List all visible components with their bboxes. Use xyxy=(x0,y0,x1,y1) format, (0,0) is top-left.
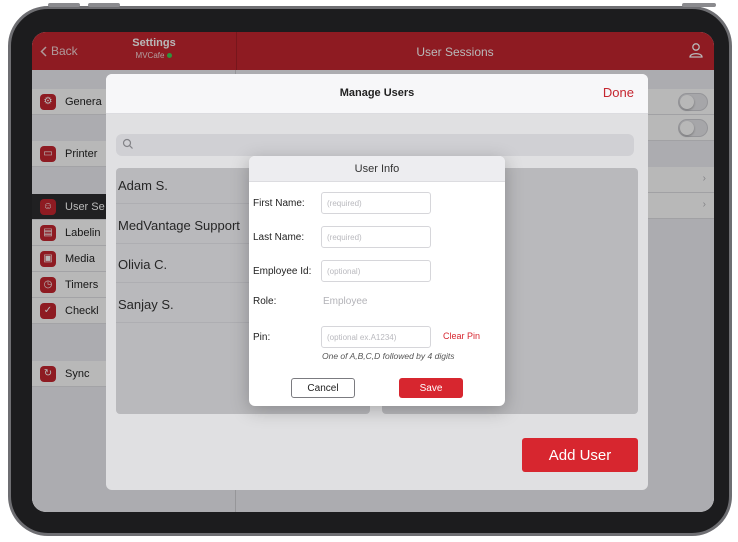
last-name-field[interactable] xyxy=(321,226,431,248)
volume-button xyxy=(48,3,80,7)
volume-button xyxy=(88,3,120,7)
pin-hint: One of A,B,C,D followed by 4 digits xyxy=(322,351,455,361)
sheet-header: Manage Users Done xyxy=(106,74,648,114)
sheet-title: Manage Users xyxy=(339,87,415,99)
ipad-device: Back Settings MVCafe User Sessions ⚙ Gen… xyxy=(0,0,738,542)
power-button xyxy=(682,3,716,7)
add-user-button[interactable]: Add User xyxy=(522,438,638,472)
done-button[interactable]: Done xyxy=(603,85,634,100)
pin-label: Pin: xyxy=(253,332,271,343)
pin-field[interactable] xyxy=(321,326,431,348)
role-label: Role: xyxy=(253,296,277,307)
last-name-label: Last Name: xyxy=(253,232,305,243)
save-button[interactable]: Save xyxy=(399,378,463,398)
clear-pin-button[interactable]: Clear Pin xyxy=(443,331,480,341)
first-name-label: First Name: xyxy=(253,198,305,209)
screen: Back Settings MVCafe User Sessions ⚙ Gen… xyxy=(32,32,714,512)
role-value[interactable]: Employee xyxy=(323,296,367,307)
employee-id-label: Employee Id: xyxy=(253,266,312,277)
first-name-field[interactable] xyxy=(321,192,431,214)
dialog-title: User Info xyxy=(249,156,505,182)
user-info-dialog: User Info First Name: Last Name: Employe… xyxy=(249,156,505,406)
employee-id-field[interactable] xyxy=(321,260,431,282)
cancel-button[interactable]: Cancel xyxy=(291,378,355,398)
